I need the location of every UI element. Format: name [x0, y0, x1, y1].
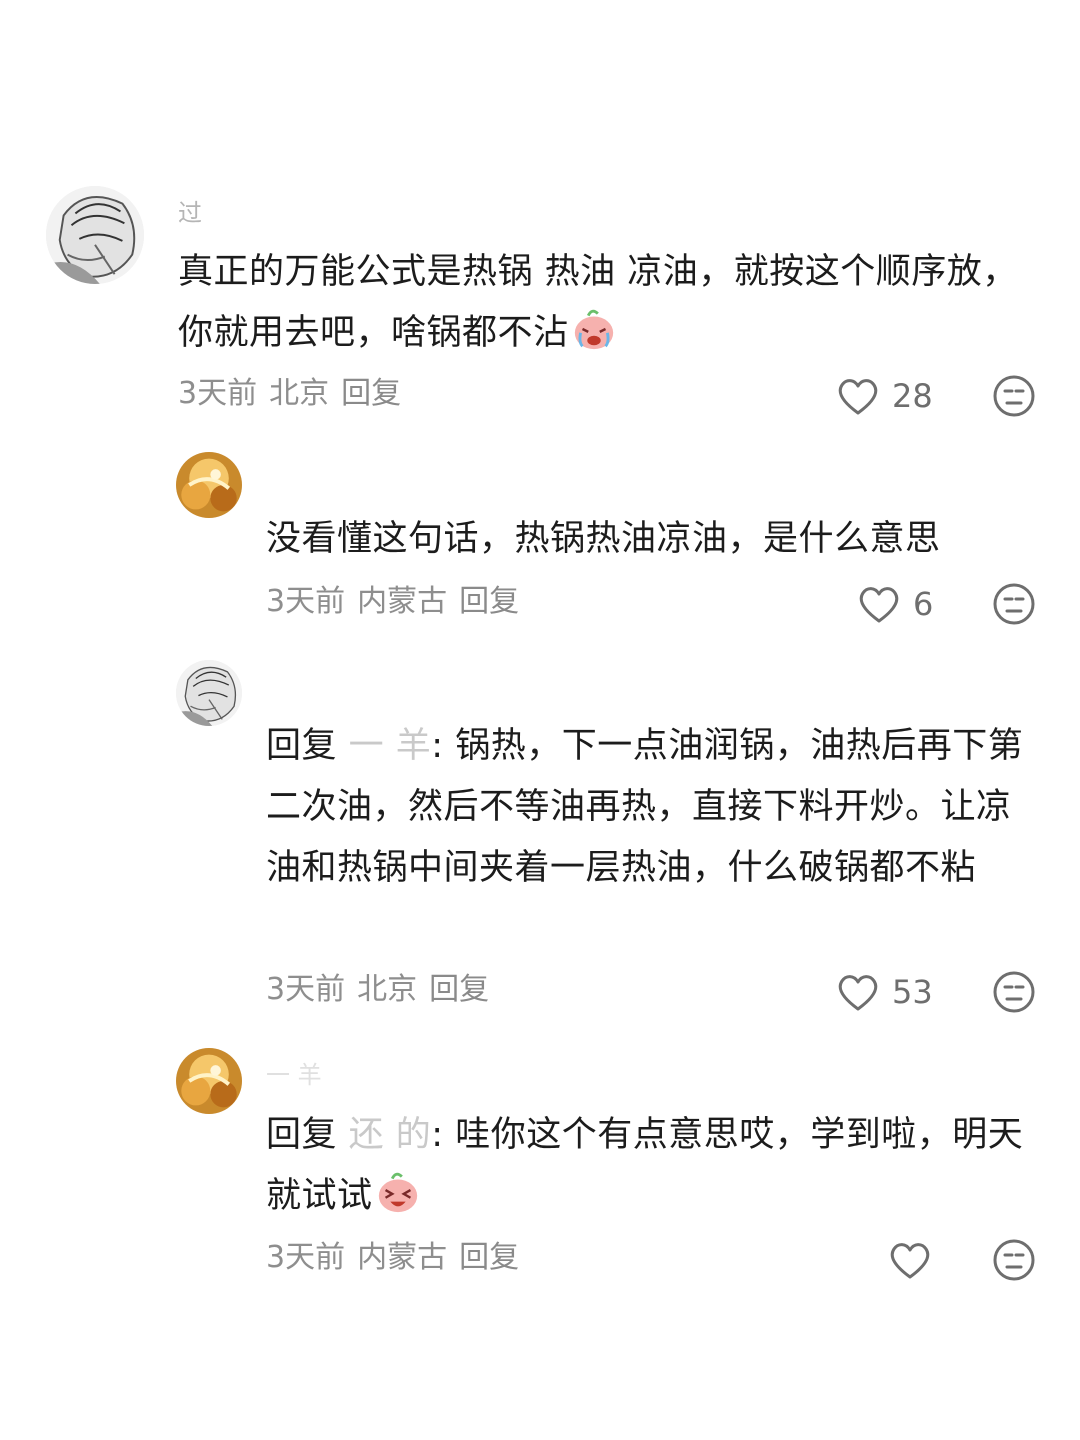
comment-time: 3天前 [266, 972, 346, 1007]
comment-location: 内蒙古 [357, 584, 448, 619]
dislike-face-icon[interactable] [992, 1238, 1036, 1282]
avatar[interactable] [176, 1048, 242, 1114]
avatar[interactable] [176, 452, 242, 518]
comment-meta: 3天前 北京 回复 [178, 374, 413, 414]
comment-meta: 3天前 北京 回复 [266, 970, 501, 1010]
avatar-anime [176, 1048, 242, 1114]
laughing-face-emoji [375, 1169, 421, 1215]
comment-time: 3天前 [266, 584, 346, 619]
comment-location: 内蒙古 [357, 1240, 448, 1275]
reply-target-username[interactable]: 还 的 [349, 1115, 432, 1155]
comment-body: 没看懂这句话，热锅热油凉油，是什么意思 [266, 519, 941, 559]
like-count: 6 [913, 585, 934, 623]
username[interactable]: 过 [178, 196, 202, 230]
crying-face-emoji [571, 306, 617, 352]
comment-meta: 3天前 内蒙古 回复 [266, 1238, 531, 1278]
avatar[interactable] [176, 660, 242, 726]
reply-button[interactable]: 回复 [341, 376, 401, 411]
comment-time: 3天前 [266, 1240, 346, 1275]
reply-button[interactable]: 回复 [459, 1240, 519, 1275]
comment-text: 真正的万能公式是热锅 热油 凉油，就按这个顺序放，你就用去吧，啥锅都不沾 [178, 242, 1018, 364]
comment-time: 3天前 [178, 376, 258, 411]
avatar-sketch [176, 660, 242, 726]
like-button[interactable]: 53 [836, 970, 936, 1014]
heart-outline-icon [838, 975, 878, 1011]
comment-text: 回复 一 羊: 锅热，下一点油润锅，油热后再下第二次油，然后不等油再热，直接下料… [266, 716, 1036, 899]
like-button[interactable]: 6 [857, 582, 957, 626]
reply-target-username[interactable]: 一 羊 [349, 726, 432, 766]
comment-meta: 3天前 内蒙古 回复 [266, 582, 531, 622]
heart-outline-icon [890, 1243, 930, 1279]
avatar[interactable] [46, 186, 144, 284]
comment-text: 回复 还 的: 哇你这个有点意思哎，学到啦，明天就试试 [266, 1105, 1036, 1227]
like-button[interactable] [888, 1238, 988, 1282]
comment-location: 北京 [357, 972, 418, 1007]
like-count: 53 [892, 973, 933, 1011]
dislike-face-icon[interactable] [992, 374, 1036, 418]
heart-outline-icon [838, 379, 878, 415]
reply-prefix: 回复 [266, 1115, 338, 1155]
comment-location: 北京 [269, 376, 330, 411]
dislike-face-icon[interactable] [992, 582, 1036, 626]
heart-outline-icon [859, 587, 899, 623]
reply-button[interactable]: 回复 [429, 972, 489, 1007]
reply-button[interactable]: 回复 [459, 584, 519, 619]
like-count: 28 [892, 377, 933, 415]
reply-prefix: 回复 [266, 726, 338, 766]
like-button[interactable]: 28 [836, 374, 936, 418]
comment-text: 没看懂这句话，热锅热油凉油，是什么意思 [266, 509, 1036, 570]
avatar-anime [176, 452, 242, 518]
avatar-sketch [46, 186, 144, 284]
username[interactable]: 一 羊 [266, 1058, 322, 1092]
dislike-face-icon[interactable] [992, 970, 1036, 1014]
